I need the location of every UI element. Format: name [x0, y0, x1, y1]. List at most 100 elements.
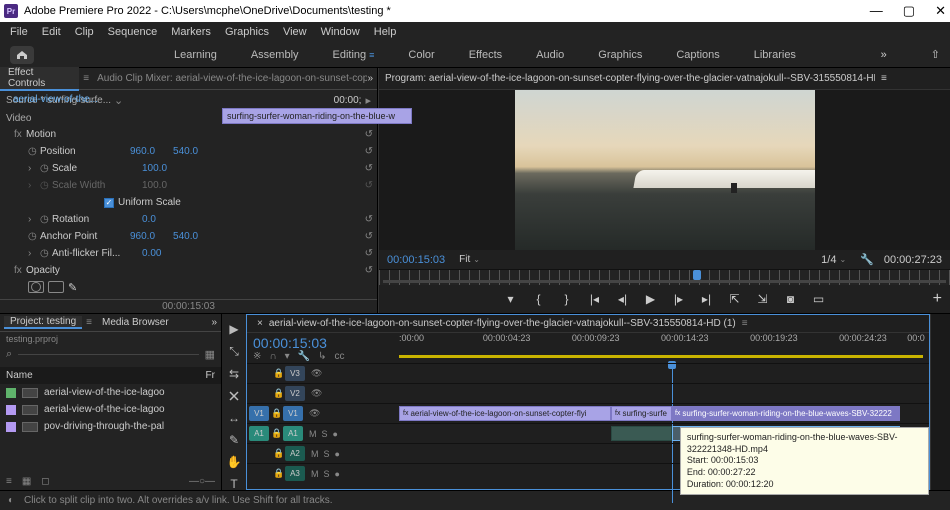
track-v1[interactable]: V1	[283, 406, 303, 421]
minimize-button[interactable]: —	[870, 3, 883, 19]
tab-project[interactable]: Project: testing	[4, 316, 82, 329]
position-x[interactable]: 960.0	[130, 146, 155, 157]
position-y[interactable]: 540.0	[173, 146, 198, 157]
tab-audio-mixer[interactable]: Audio Clip Mixer: aerial-view-of-the-ice…	[89, 73, 367, 84]
reset-icon[interactable]: ↺	[365, 231, 373, 242]
type-tool[interactable]: T	[225, 477, 243, 491]
home-button[interactable]	[10, 46, 34, 64]
export-frame-icon[interactable]: ◙	[782, 292, 800, 306]
record-icon[interactable]: ●	[335, 469, 340, 479]
chevron-down-icon[interactable]: ⌄	[473, 255, 480, 264]
ws-libraries[interactable]: Libraries	[754, 49, 796, 61]
source-a1[interactable]: A1	[249, 426, 269, 441]
overlay-clip[interactable]: surfing-surfer-woman-riding-on-the-blue-…	[222, 108, 412, 124]
slip-tool[interactable]: ↔	[225, 411, 243, 425]
menu-edit[interactable]: Edit	[42, 26, 61, 38]
ws-captions[interactable]: Captions	[676, 49, 719, 61]
chevron-down-icon[interactable]: ⌄	[839, 255, 846, 264]
compare-icon[interactable]: ▭	[810, 292, 828, 306]
clip-v1a[interactable]: fxaerial-view-of-the-ice-lagoon-on-sunse…	[399, 406, 611, 421]
reset-icon[interactable]: ↺	[365, 265, 373, 276]
menu-graphics[interactable]: Graphics	[225, 26, 269, 38]
ripple-tool[interactable]: ⇆	[225, 367, 243, 381]
antiflicker-val[interactable]: 0.00	[142, 248, 161, 259]
prop-opacity-group[interactable]: Opacity	[26, 265, 116, 276]
lock-icon[interactable]: 🔒	[271, 428, 281, 439]
ws-color[interactable]: Color	[408, 49, 434, 61]
menu-view[interactable]: View	[283, 26, 307, 38]
fx-icon[interactable]: fx	[14, 265, 26, 276]
reset-icon[interactable]: ↺	[365, 214, 373, 225]
tab-effect-controls[interactable]: Effect Controls	[0, 67, 79, 91]
clip-v1b[interactable]: fxsurfing-surfe	[611, 406, 672, 421]
lift-icon[interactable]: ⇱	[726, 292, 744, 306]
menu-sequence[interactable]: Sequence	[108, 26, 158, 38]
chevron-down-icon[interactable]: ⌄	[114, 94, 123, 107]
stopwatch-icon[interactable]: ◷	[28, 146, 40, 157]
ws-learning[interactable]: Learning	[174, 49, 217, 61]
close-button[interactable]: ✕	[935, 3, 946, 19]
play-icon[interactable]: ▶	[642, 292, 660, 306]
menu-markers[interactable]: Markers	[171, 26, 211, 38]
program-tc-in[interactable]: 00:00:15:03	[387, 254, 445, 266]
ws-audio[interactable]: Audio	[536, 49, 564, 61]
project-item[interactable]: aerial-view-of-the-ice-lagoo	[0, 401, 221, 418]
sequence-tab[interactable]: aerial-view-of-the-ice-lagoon-on-sunset-…	[269, 318, 736, 329]
ws-editing[interactable]: Editing≡	[333, 49, 375, 61]
lock-icon[interactable]: 🔒	[273, 368, 283, 379]
go-in-icon[interactable]: |◂	[586, 292, 604, 306]
snap-icon[interactable]: ※	[253, 351, 261, 362]
mark-out-icon[interactable]: }	[558, 292, 576, 306]
lock-icon[interactable]: 🔒	[273, 468, 283, 479]
fx-icon[interactable]: fx	[14, 129, 26, 140]
tab-media-browser[interactable]: Media Browser	[96, 317, 175, 328]
icon-view-icon[interactable]: ▦	[22, 476, 31, 487]
mute-icon[interactable]: M	[311, 449, 319, 459]
mute-icon[interactable]: M	[311, 469, 319, 479]
expand-icon[interactable]: ›	[28, 248, 40, 259]
ws-graphics[interactable]: Graphics	[598, 49, 642, 61]
caption-icon[interactable]: cc	[334, 351, 344, 362]
toggle-output-icon[interactable]: 👁	[311, 388, 322, 399]
track-select-tool[interactable]: ⤡	[225, 344, 243, 359]
ws-assembly[interactable]: Assembly	[251, 49, 299, 61]
close-tab-icon[interactable]: ×	[257, 318, 263, 329]
prop-motion[interactable]: Motion	[26, 129, 116, 140]
settings-icon[interactable]: 🔧	[298, 351, 310, 362]
lock-icon[interactable]: 🔒	[271, 408, 281, 419]
timeline-tc[interactable]: 00:00:15:03	[253, 335, 327, 351]
track-a1[interactable]: A1	[283, 426, 303, 441]
panel-menu-icon[interactable]: ≡	[82, 317, 96, 328]
clip-v1c[interactable]: fxsurfing-surfer-woman-riding-on-the-blu…	[672, 406, 900, 421]
maximize-button[interactable]: ▢	[903, 3, 915, 19]
marker-icon[interactable]: ▾	[285, 351, 290, 362]
settings-icon[interactable]: 🔧	[860, 253, 874, 266]
add-marker-icon[interactable]: ▾	[502, 292, 520, 306]
playback-res[interactable]: 1/4	[821, 254, 836, 266]
razor-tool[interactable]	[225, 389, 243, 403]
step-fwd-icon[interactable]: |▸	[670, 292, 688, 306]
toggle-output-icon[interactable]: 👁	[311, 368, 322, 379]
expand-icon[interactable]: ›	[28, 214, 40, 225]
step-back-icon[interactable]: ◂|	[614, 292, 632, 306]
timeline-ruler[interactable]: :00:00 00:00:04:23 00:00:09:23 00:00:14:…	[399, 333, 923, 361]
solo-icon[interactable]: S	[324, 469, 330, 479]
ws-effects[interactable]: Effects	[469, 49, 502, 61]
zoom-fit[interactable]: Fit	[459, 254, 470, 265]
track-a3[interactable]: A3	[285, 466, 305, 481]
menu-file[interactable]: File	[10, 26, 28, 38]
reset-icon[interactable]: ↺	[365, 146, 373, 157]
menu-help[interactable]: Help	[374, 26, 397, 38]
linked-selection-icon[interactable]: ∩	[269, 351, 276, 362]
solo-icon[interactable]: S	[322, 429, 328, 439]
insert-icon[interactable]: ↳	[318, 351, 326, 362]
freeform-view-icon[interactable]: ◻	[41, 476, 49, 487]
anchor-y[interactable]: 540.0	[173, 231, 198, 242]
panel-menu-icon[interactable]: ≡	[881, 73, 887, 84]
scale-val[interactable]: 100.0	[142, 163, 167, 174]
anchor-x[interactable]: 960.0	[130, 231, 155, 242]
col-fr[interactable]: Fr	[206, 370, 215, 381]
clip-link[interactable]: aerial-view-of-the...	[10, 92, 101, 107]
record-icon[interactable]: ●	[333, 429, 338, 439]
selection-tool[interactable]: ▶	[225, 322, 243, 336]
